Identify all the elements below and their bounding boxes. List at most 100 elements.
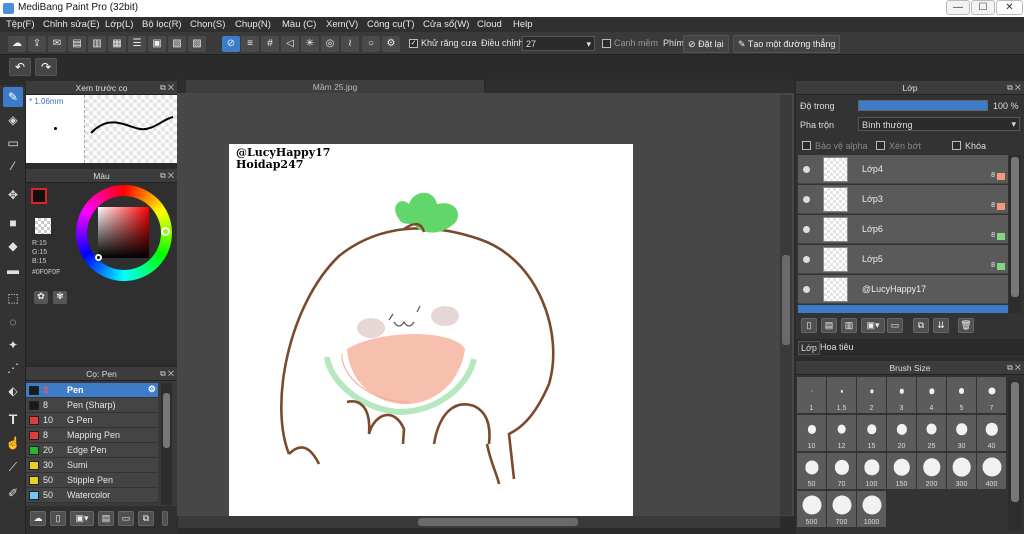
eyedropper-tool-icon[interactable]: ⟋: [3, 457, 23, 477]
menu-layer[interactable]: Lớp(L): [105, 19, 133, 30]
frame-icon[interactable]: ▨: [188, 36, 206, 52]
correction-select[interactable]: 27 ▾: [522, 36, 595, 51]
menu-window[interactable]: Cửa sổ(W): [423, 19, 469, 30]
brush-size-option[interactable]: 30: [947, 415, 976, 451]
pen-list-item[interactable]: 8 Pen (Sharp): [26, 398, 158, 413]
clipping-checkbox[interactable]: [876, 141, 885, 150]
brush-settings-icon[interactable]: ▤: [98, 511, 114, 526]
eye-icon[interactable]: [803, 196, 810, 203]
layer-row[interactable]: Lớp5 8: [798, 245, 1008, 274]
panel-close-icon[interactable]: ⧉ ✕: [1007, 81, 1021, 95]
tab-navigator[interactable]: Hoa tiêu: [818, 341, 856, 353]
list-icon[interactable]: ☰: [128, 36, 146, 52]
brush-size-option[interactable]: 25: [917, 415, 946, 451]
select-pen-tool-icon[interactable]: ⋰: [3, 358, 23, 378]
hue-handle[interactable]: [161, 227, 170, 236]
brush-size-option[interactable]: 3: [887, 377, 916, 413]
comment-icon[interactable]: ✉: [48, 36, 66, 52]
brush-size-option[interactable]: 20: [887, 415, 916, 451]
menu-help[interactable]: Help: [513, 19, 533, 30]
protect-alpha-checkbox[interactable]: [802, 141, 811, 150]
layout-icon[interactable]: ▧: [168, 36, 186, 52]
layer-row[interactable]: Lớp6 8: [798, 215, 1008, 244]
brush-size-option[interactable]: 50: [797, 453, 826, 489]
duplicate-icon[interactable]: ⧉: [138, 511, 154, 526]
layer-scrollbar[interactable]: [1009, 155, 1021, 313]
selected-layer-row[interactable]: [798, 305, 1008, 313]
cloud-brush-icon[interactable]: ☁: [30, 511, 46, 526]
panel-close-icon[interactable]: ⧉ ✕: [160, 169, 174, 183]
lasso-tool-icon[interactable]: ◌: [3, 312, 23, 332]
grid-icon[interactable]: ▦: [108, 36, 126, 52]
operation-tool-icon[interactable]: ☝: [3, 433, 23, 453]
antialias-checkbox[interactable]: ✓: [409, 39, 418, 48]
palette-icon[interactable]: ✿: [34, 291, 48, 304]
move-tool-icon[interactable]: ✥: [3, 185, 23, 205]
brush-size-option[interactable]: 1000: [857, 491, 886, 527]
panel-close-icon[interactable]: ⧉ ✕: [160, 81, 174, 95]
saturation-square[interactable]: [98, 207, 149, 258]
pen-list-item[interactable]: 30 Sumi: [26, 458, 158, 473]
layer-row[interactable]: @LucyHappy17: [798, 275, 1008, 304]
ellipse-snap-icon[interactable]: ○: [362, 36, 380, 52]
close-button[interactable]: ✕: [996, 0, 1023, 15]
cross-snap-icon[interactable]: #: [261, 36, 279, 52]
undo-button[interactable]: ↶: [9, 58, 31, 76]
cloud-icon[interactable]: ☁: [8, 36, 26, 52]
folder-icon[interactable]: ▭: [887, 318, 903, 333]
menu-tools[interactable]: Công cụ(T): [367, 19, 415, 30]
brush-size-option[interactable]: 700: [827, 491, 856, 527]
layer-row[interactable]: Lớp3 8: [798, 185, 1008, 214]
canvas-horizontal-scrollbar[interactable]: [178, 516, 780, 528]
palette-add-icon[interactable]: ✾: [53, 291, 67, 304]
delete-layer-icon[interactable]: 🗑: [958, 318, 974, 333]
foreground-swatch[interactable]: [31, 188, 47, 204]
upload-icon[interactable]: ⇪: [28, 36, 46, 52]
layer-scroll-thumb[interactable]: [1011, 157, 1019, 297]
rect-tool-icon[interactable]: ▭: [3, 133, 23, 153]
brush-tool-icon[interactable]: ✎: [3, 87, 23, 107]
menu-select[interactable]: Chọn(S): [190, 19, 225, 30]
new-8bit-layer-icon[interactable]: ▥: [841, 318, 857, 333]
brush-size-option[interactable]: 70: [827, 453, 856, 489]
hand-tool-icon[interactable]: ✐: [3, 483, 23, 503]
maximize-button[interactable]: ☐: [971, 0, 995, 15]
menu-color[interactable]: Màu (C): [282, 19, 316, 30]
pen-list-item[interactable]: 50 Stipple Pen: [26, 473, 158, 488]
add-brush-menu-icon[interactable]: ▣▾: [70, 511, 94, 526]
brush-size-option[interactable]: 150: [887, 453, 916, 489]
brush-size-option[interactable]: 15: [857, 415, 886, 451]
blend-select[interactable]: Bình thường ▾: [858, 117, 1020, 131]
menu-view[interactable]: Xem(V): [326, 19, 358, 30]
eye-icon[interactable]: [803, 166, 810, 173]
panel-icon[interactable]: ▣: [148, 36, 166, 52]
pen-list-item[interactable]: 50 Watercolor: [26, 488, 158, 503]
brush-size-option[interactable]: 1: [797, 377, 826, 413]
gear-icon[interactable]: ⚙: [148, 384, 156, 395]
straight-line-button[interactable]: ✎ Tạo một đường thẳng: [733, 35, 841, 53]
reset-button[interactable]: ⊘ Đặt lại: [683, 35, 729, 53]
brush-size-option[interactable]: 40: [977, 415, 1006, 451]
soft-edge-checkbox[interactable]: [602, 39, 611, 48]
brush-size-option[interactable]: 10: [797, 415, 826, 451]
eye-icon[interactable]: [803, 256, 810, 263]
fill-rect-tool-icon[interactable]: ■: [3, 213, 23, 233]
pen-list-item[interactable]: 10 G Pen: [26, 413, 158, 428]
brush-size-option[interactable]: 500: [797, 491, 826, 527]
select-eraser-tool-icon[interactable]: ⬖: [3, 381, 23, 401]
canvas-vertical-scrollbar[interactable]: [780, 95, 792, 515]
canvas-paper[interactable]: @LucyHappy17 Hoidap247: [229, 144, 633, 516]
brush-size-option[interactable]: 7: [977, 377, 1006, 413]
canvas-hscroll-thumb[interactable]: [418, 518, 578, 526]
redo-button[interactable]: ↷: [35, 58, 57, 76]
pen-list-item[interactable]: 3 Pen ⚙: [26, 383, 158, 398]
brush-size-option[interactable]: 200: [917, 453, 946, 489]
menu-filter[interactable]: Bộ lọc(R): [142, 19, 182, 30]
magic-wand-tool-icon[interactable]: ✦: [3, 335, 23, 355]
radial-snap-icon[interactable]: ✳: [301, 36, 319, 52]
brush-size-option[interactable]: 400: [977, 453, 1006, 489]
document-tab[interactable]: Mầm 25.jpg: [185, 79, 485, 94]
eye-icon[interactable]: [803, 286, 810, 293]
opacity-slider[interactable]: [858, 100, 988, 111]
circle-snap-icon[interactable]: ◎: [321, 36, 339, 52]
